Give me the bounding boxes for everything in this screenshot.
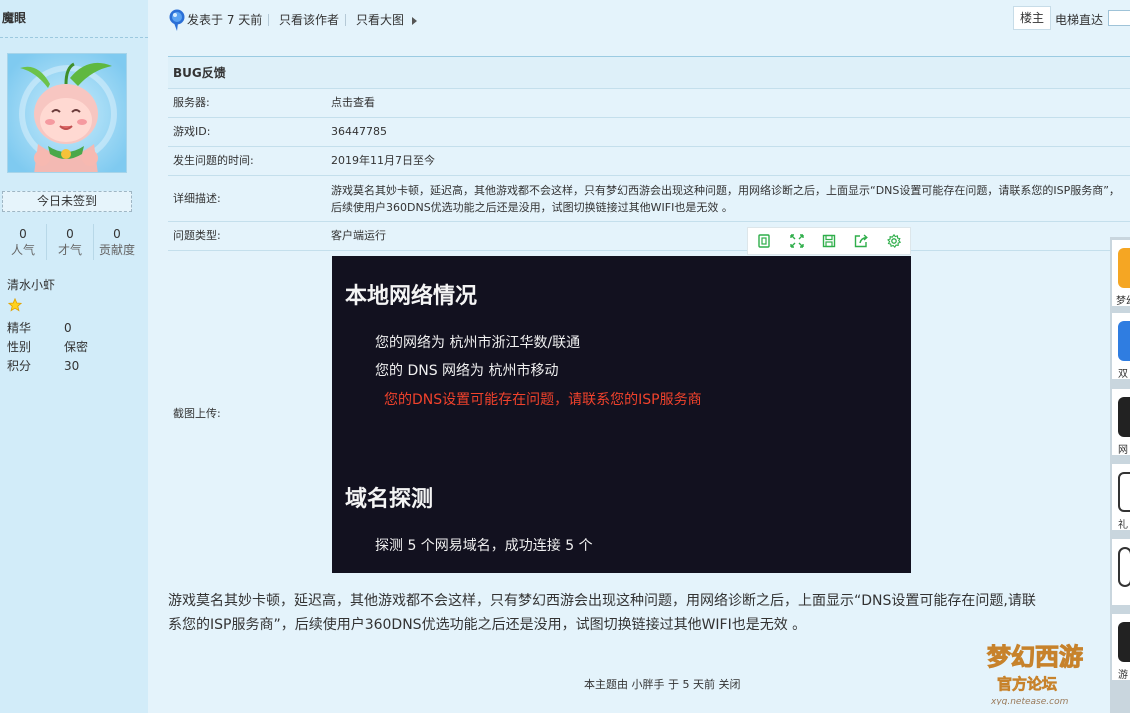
elevator-input[interactable] <box>1108 10 1130 26</box>
post-header: 发表于 7 天前 只看该作者 只看大图 楼主 电梯直达 <box>168 0 1130 40</box>
network-line: 您的网络为 杭州市浙江华数/联通 <box>375 335 581 351</box>
float-button-net[interactable]: 网 <box>1112 389 1130 455</box>
share-icon[interactable] <box>845 228 877 254</box>
float-button-double[interactable]: 双 <box>1112 313 1130 379</box>
float-button-label: 梦幻 <box>1116 296 1130 306</box>
stat-talent[interactable]: 0 才气 <box>47 224 94 260</box>
sign-in-button[interactable]: 今日未签到 <box>2 191 132 212</box>
row-label: 详细描述: <box>173 192 221 205</box>
table-row: 服务器: 点击查看 <box>168 89 1130 118</box>
user-title[interactable]: 清水小虾 <box>7 276 55 293</box>
table-row: 详细描述: 游戏莫名其妙卡顿，延迟高，其他游戏都不会这样，只有梦幻西游会出现这种… <box>168 176 1130 222</box>
float-button-label: 双 <box>1118 369 1128 379</box>
float-button-gift[interactable]: 礼 <box>1112 464 1130 530</box>
settings-icon[interactable] <box>878 228 910 254</box>
row-label: 服务器: <box>173 96 210 109</box>
info-value: 30 <box>64 359 80 373</box>
user-sidebar: 魔眼 今日未签到 0 人气 0 才气 0 贡献度 清水小虾 精华 0 性别 保密… <box>0 0 148 713</box>
dns-warning: 您的DNS设置可能存在问题，请联系您的ISP服务商 <box>384 392 702 408</box>
elevator-label: 电梯直达 <box>1055 13 1104 27</box>
app-icon <box>1118 397 1130 437</box>
stat-popularity[interactable]: 0 人气 <box>0 224 47 260</box>
info-value: 0 <box>64 321 72 335</box>
info-row: 精华 0 <box>7 319 107 338</box>
float-button-label: 游 <box>1118 670 1128 680</box>
dns-line: 您的 DNS 网络为 杭州市移动 <box>375 363 559 379</box>
info-key: 精华 <box>7 321 32 335</box>
domain-heading: 域名探测 <box>345 487 434 512</box>
stat-label: 才气 <box>57 243 82 257</box>
user-stats: 0 人气 0 才气 0 贡献度 <box>0 224 140 260</box>
stat-contribution[interactable]: 0 贡献度 <box>94 224 140 260</box>
copy-icon[interactable] <box>748 228 780 254</box>
online-status-icon <box>168 9 186 31</box>
save-icon[interactable] <box>813 228 845 254</box>
image-toolbar <box>747 227 911 255</box>
row-value: 36447785 <box>331 125 387 138</box>
only-author-link[interactable]: 只看该作者 <box>279 13 339 27</box>
app-icon <box>1118 321 1130 361</box>
info-row: 积分 30 <box>7 357 107 376</box>
network-heading: 本地网络情况 <box>345 284 478 309</box>
float-button-mhxy[interactable]: 梦幻 <box>1112 240 1130 306</box>
row-value: 游戏莫名其妙卡顿，延迟高，其他游戏都不会这样，只有梦幻西游会出现这种问题，用网络… <box>331 184 1120 214</box>
floor-label: 楼主 <box>1013 6 1051 30</box>
table-row: 问题类型: 客户端运行 <box>168 222 1130 251</box>
server-link[interactable]: 点击查看 <box>331 89 1130 117</box>
info-key: 积分 <box>7 359 32 373</box>
table-row: 发生问题的时间: 2019年11月7日至今 <box>168 147 1130 176</box>
svg-text:官方论坛: 官方论坛 <box>997 675 1057 693</box>
stat-value: 0 <box>19 227 27 241</box>
svg-text:xyq.netease.com: xyq.netease.com <box>990 697 1069 705</box>
stat-value: 0 <box>66 227 74 241</box>
row-label: 发生问题的时间: <box>173 154 254 167</box>
row-label: 问题类型: <box>173 229 221 242</box>
avatar[interactable] <box>7 53 127 173</box>
table-title: BUG反馈 <box>168 57 1130 89</box>
username[interactable]: 魔眼 <box>0 0 148 38</box>
big-image-link[interactable]: 只看大图 <box>356 13 404 27</box>
post-body-line: 游戏莫名其妙卡顿，延迟高，其他游戏都不会这样，只有梦幻西游会出现这种问题，用网络… <box>168 593 1036 609</box>
user-icon <box>1118 547 1130 587</box>
uploaded-screenshot[interactable]: 本地网络情况 您的网络为 杭州市浙江华数/联通 您的 DNS 网络为 杭州市移动… <box>332 256 911 573</box>
float-button-game[interactable]: 游 <box>1112 614 1130 680</box>
float-button-label: 礼 <box>1118 520 1128 530</box>
domain-line: 探测 5 个网易域名，成功连接 5 个 <box>375 538 593 554</box>
stat-label: 贡献度 <box>98 243 135 257</box>
float-button-user[interactable] <box>1112 539 1130 605</box>
row-label: 游戏ID: <box>173 125 211 138</box>
gift-icon <box>1118 472 1130 512</box>
post-time: 发表于 7 天前 <box>187 13 263 27</box>
stat-label: 人气 <box>10 243 35 257</box>
float-button-label: 网 <box>1118 445 1128 455</box>
info-row: 性别 保密 <box>7 338 107 357</box>
app-icon <box>1118 622 1130 662</box>
divider <box>345 14 346 26</box>
forum-watermark-logo: 梦幻西游 官方论坛 xyq.netease.com <box>983 625 1105 708</box>
app-icon <box>1118 248 1130 288</box>
info-key: 性别 <box>7 340 32 354</box>
user-info: 精华 0 性别 保密 积分 30 <box>7 319 107 376</box>
row-value: 2019年11月7日至今 <box>331 154 435 167</box>
fullscreen-icon[interactable] <box>780 228 812 254</box>
info-value: 保密 <box>64 340 89 354</box>
svg-text:梦幻西游: 梦幻西游 <box>987 643 1083 671</box>
row-label: 截图上传: <box>173 407 221 420</box>
divider <box>268 14 269 26</box>
stat-value: 0 <box>113 227 121 241</box>
star-icon <box>7 297 23 312</box>
table-row: 游戏ID: 36447785 <box>168 118 1130 147</box>
arrow-right-icon[interactable] <box>412 17 417 25</box>
thread-closed-note: 本主题由 小胖手 于 5 天前 关闭 <box>584 678 741 691</box>
row-value: 客户端运行 <box>331 229 386 242</box>
